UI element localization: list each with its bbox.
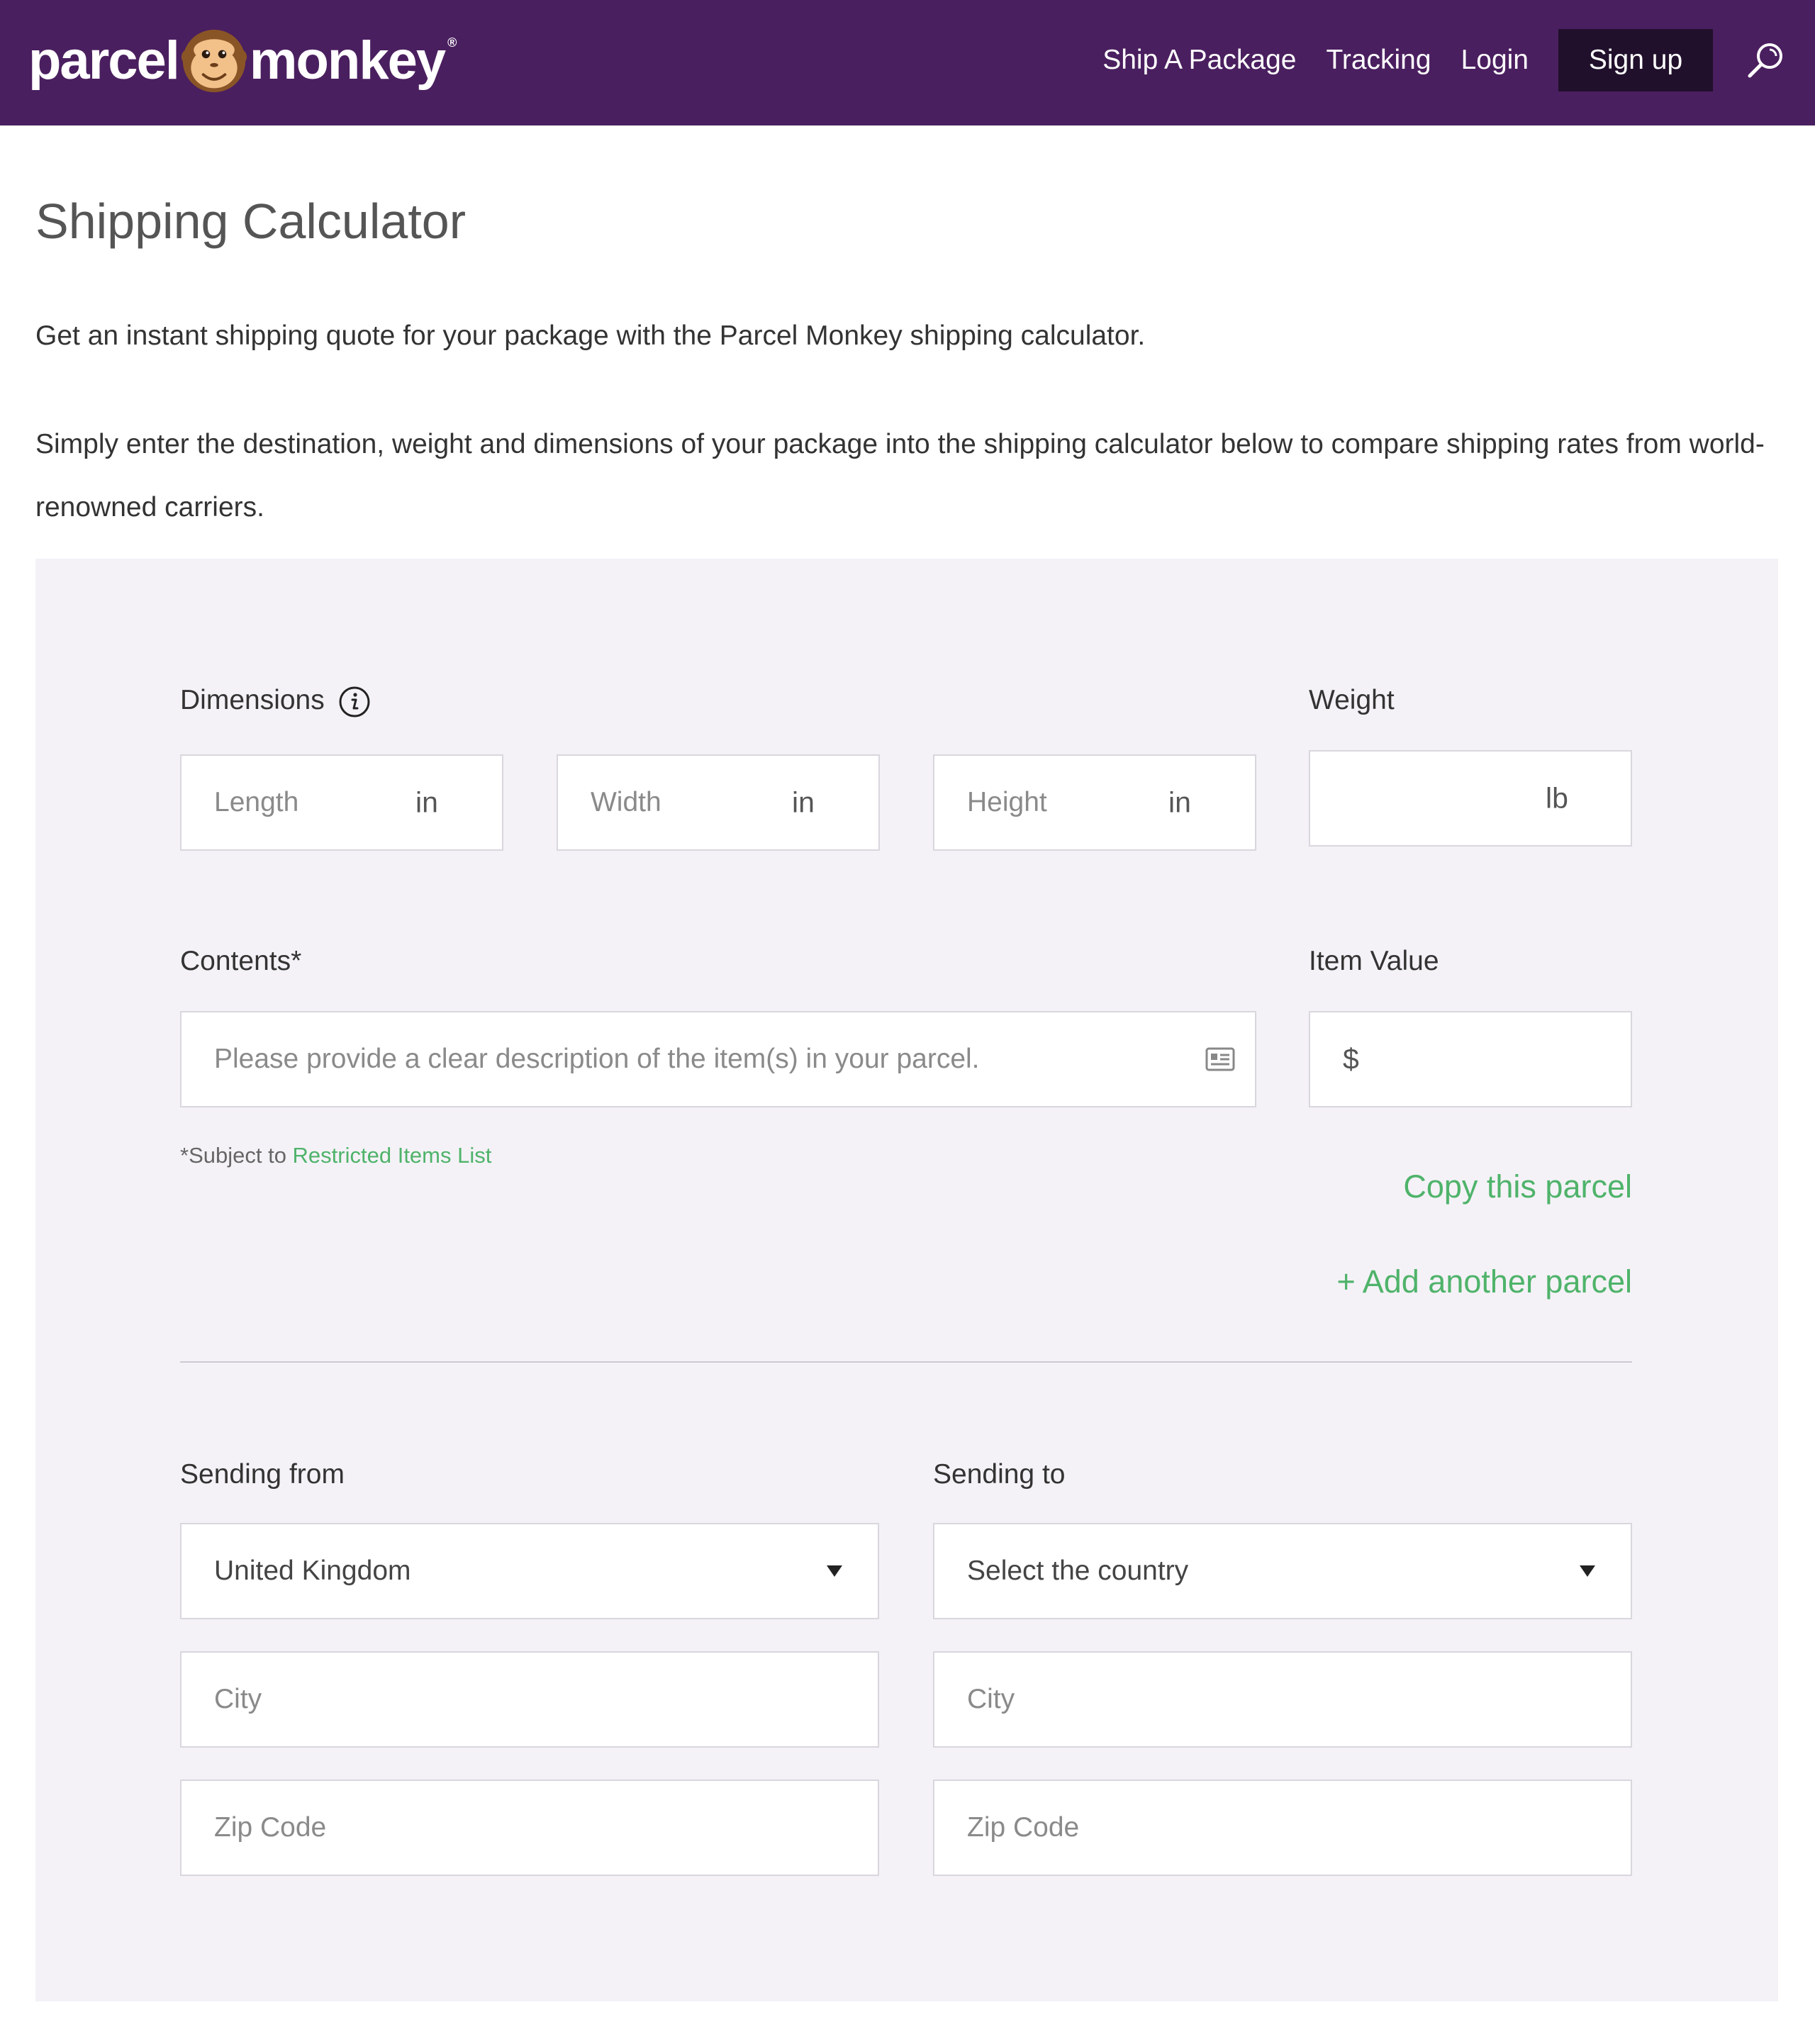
registered-mark: ® (447, 35, 457, 50)
intro-text: Get an instant shipping quote for your p… (35, 320, 1146, 351)
to-city-input[interactable]: City (933, 1651, 1632, 1748)
from-zip-input[interactable]: Zip Code (180, 1780, 879, 1876)
section-divider (180, 1361, 1632, 1363)
page-title: Shipping Calculator (35, 194, 467, 249)
sending-from-value: United Kingdom (214, 1556, 411, 1586)
intro-instructions: Simply enter the destination, weight and… (35, 429, 1765, 523)
contents-input[interactable]: Please provide a clear description of th… (180, 1011, 1256, 1107)
logo-text-parcel: parcel (28, 30, 180, 91)
height-unit: in (1168, 786, 1191, 819)
sending-to-label: Sending to (933, 1459, 1066, 1490)
height-placeholder: Height (967, 787, 1047, 817)
copy-parcel-link[interactable]: Copy this parcel (1403, 1168, 1632, 1205)
chevron-down-icon (827, 1565, 842, 1577)
currency-symbol: $ (1343, 1042, 1359, 1076)
sign-up-button[interactable]: Sign up (1558, 29, 1713, 91)
logo-text-monkey: monkey (249, 30, 446, 91)
add-parcel-link[interactable]: + Add another parcel (1336, 1263, 1632, 1300)
to-zip-input[interactable]: Zip Code (933, 1780, 1632, 1876)
from-city-input[interactable]: City (180, 1651, 879, 1748)
to-zip-placeholder: Zip Code (967, 1812, 1080, 1843)
note-prefix: *Subject to (180, 1143, 293, 1168)
dimensions-label: Dimensions (180, 685, 371, 718)
search-icon[interactable] (1744, 39, 1787, 82)
nav-ship-a-package[interactable]: Ship A Package (1102, 45, 1296, 76)
width-placeholder: Width (591, 787, 661, 817)
site-header: parcel monkey ® Ship A Package Tracking … (0, 0, 1815, 125)
item-value-label: Item Value (1309, 946, 1439, 976)
parcel-monkey-logo[interactable]: parcel monkey ® (28, 26, 457, 96)
from-city-placeholder: City (214, 1684, 262, 1714)
nav-tracking[interactable]: Tracking (1326, 45, 1431, 76)
dimensions-label-text: Dimensions (180, 685, 325, 715)
restricted-items-link[interactable]: Restricted Items List (293, 1143, 492, 1168)
width-unit: in (792, 786, 815, 819)
height-input[interactable]: Height in (933, 754, 1256, 851)
chevron-down-icon (1580, 1565, 1595, 1577)
weight-label: Weight (1309, 685, 1395, 715)
from-zip-placeholder: Zip Code (214, 1812, 327, 1843)
sending-to-select[interactable]: Select the country (933, 1523, 1632, 1619)
to-city-placeholder: City (967, 1684, 1015, 1714)
restricted-items-note: *Subject to Restricted Items List (180, 1143, 491, 1168)
item-value-input[interactable]: $ (1309, 1011, 1632, 1107)
contents-label: Contents* (180, 946, 302, 976)
length-unit: in (415, 786, 438, 819)
width-input[interactable]: Width in (557, 754, 880, 851)
weight-input[interactable]: lb (1309, 750, 1632, 847)
sending-from-select[interactable]: United Kingdom (180, 1523, 879, 1619)
id-card-icon (1205, 1047, 1235, 1071)
sending-to-value: Select the country (967, 1556, 1189, 1586)
length-input[interactable]: Length in (180, 754, 503, 851)
main-nav: Ship A Package Tracking Login Sign up (1102, 28, 1815, 92)
weight-unit: lb (1546, 781, 1568, 815)
length-placeholder: Length (214, 787, 299, 817)
monkey-mascot-icon (181, 29, 247, 93)
info-icon[interactable] (338, 686, 371, 718)
contents-placeholder: Please provide a clear description of th… (214, 1044, 980, 1074)
sending-from-label: Sending from (180, 1459, 345, 1490)
nav-login[interactable]: Login (1461, 45, 1529, 76)
